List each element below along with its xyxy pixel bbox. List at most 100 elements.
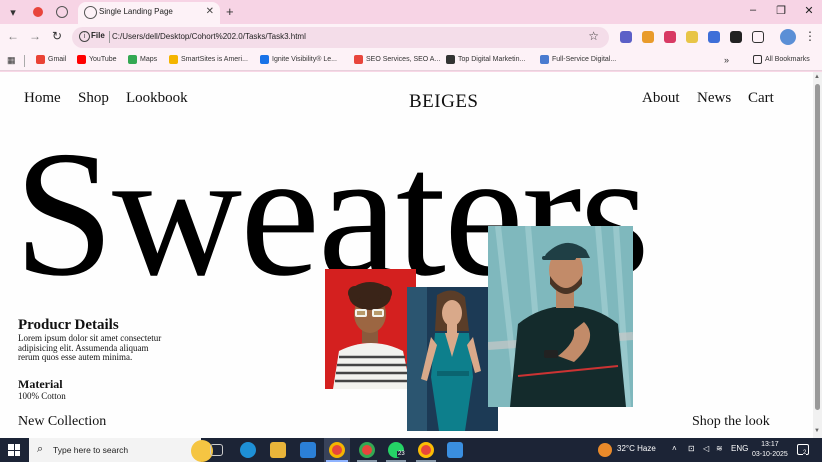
all-bookmarks[interactable]: All Bookmarks [753,55,810,64]
address-scheme: File [91,31,105,40]
window-close-button[interactable]: ✕ [799,4,819,17]
bookmark-maps[interactable]: Maps [128,55,157,64]
weather-text[interactable]: 32°C Haze [617,444,656,453]
windows-start-icon[interactable] [8,444,20,456]
task-view-icon[interactable] [210,444,223,456]
brand-logo[interactable]: BEIGES [409,91,479,113]
nav-lookbook[interactable]: Lookbook [126,90,188,107]
avatar[interactable] [780,29,796,45]
chrome-icon[interactable] [418,442,434,458]
wifi-icon[interactable]: ≋ [716,444,723,453]
bookmark-label: Gmail [48,56,67,63]
extension-icon-6[interactable] [730,31,742,43]
extension-icon-4[interactable] [686,31,698,43]
weather-icon[interactable] [598,443,612,457]
bookmark-smartsites[interactable]: SmartSites is Ameri... [169,55,248,64]
taskbar-search[interactable]: ⌕ Type here to search [29,438,213,462]
ignite-icon [260,55,269,64]
all-bookmarks-label: All Bookmarks [765,56,810,63]
tab-favicon-1[interactable] [30,4,46,20]
product-details-title: Producr Details [18,317,119,333]
language-indicator[interactable]: ENG [731,444,748,453]
extension-icon-5[interactable] [708,31,720,43]
scroll-down-icon[interactable]: ▼ [814,428,820,434]
nav-about[interactable]: About [642,90,680,107]
new-collection-link[interactable]: New Collection [18,414,106,430]
address-bar[interactable]: i File C:/Users/dell/Desktop/Cohort%202.… [72,27,609,48]
extension-icon-1[interactable] [620,31,632,43]
globe-icon[interactable] [56,6,68,18]
vscode-icon[interactable] [300,442,316,458]
scroll-thumb[interactable] [815,84,820,410]
extension-icon-2[interactable] [642,31,654,43]
bookmark-label: SEO Services, SEO A... [366,56,441,63]
chrome-icon[interactable] [359,442,375,458]
reload-button[interactable]: ↻ [49,29,65,43]
nav-home[interactable]: Home [24,90,61,107]
tab-title: Single Landing Page [99,7,173,16]
bookmarks-overflow-icon[interactable]: » [724,55,729,65]
new-tab-button[interactable]: + [226,4,234,19]
tab-search-button[interactable]: ▾ [4,4,22,20]
page-scrollbar[interactable]: ▲ ▼ [813,72,822,438]
bookmark-label: Full-Service Digital... [552,56,617,63]
edge-icon[interactable] [240,442,256,458]
folder-icon [753,55,762,64]
minimize-button[interactable]: – [743,4,763,16]
bookmark-label: YouTube [89,56,117,63]
search-icon: ⌕ [37,443,44,455]
bookmark-full-service[interactable]: Full-Service Digital... [540,55,616,64]
bookmark-star-icon[interactable]: ☆ [588,29,599,43]
nav-news[interactable]: News [697,90,731,107]
globe-icon [84,6,97,19]
nav-shop[interactable]: Shop [78,90,109,107]
chrome-icon[interactable] [329,442,345,458]
page-viewport: Home Shop Lookbook BEIGES About News Car… [0,72,813,438]
seo-icon [354,55,363,64]
app-icon[interactable] [447,442,463,458]
tab-strip: ▾ Single Landing Page ✕ + – ❐ ✕ [0,0,822,24]
info-icon[interactable]: i [79,31,90,42]
address-url[interactable]: C:/Users/dell/Desktop/Cohort%202.0/Tasks… [112,32,306,41]
bookmark-seo[interactable]: SEO Services, SEO A... [354,55,440,64]
divider [24,55,25,67]
file-explorer-icon[interactable] [270,442,286,458]
network-icon[interactable]: ⊡ [688,444,695,453]
bookmark-gmail[interactable]: Gmail [36,55,66,64]
volume-icon[interactable]: ◁ [703,444,709,453]
browser-toolbar: ← → ↻ i File C:/Users/dell/Desktop/Cohor… [0,24,822,51]
divider [109,31,110,43]
pin-icon [169,55,178,64]
product-photo-1 [325,269,416,389]
nav-cart[interactable]: Cart [748,90,774,107]
bookmarks-bar: ▦ Gmail YouTube Maps SmartSites is Ameri… [0,51,822,71]
taskbar: ⌕ Type here to search 23 32°C Haze ˄ ⊡ ◁… [0,438,822,462]
puzzle-icon[interactable] [752,31,764,43]
scroll-up-icon[interactable]: ▲ [814,74,820,80]
system-clock[interactable]: 13:17 03-10-2025 [752,440,788,460]
material-title: Material [18,377,63,391]
close-icon[interactable]: ✕ [206,6,214,17]
full-service-icon [540,55,549,64]
clock-date: 03-10-2025 [752,451,788,458]
digital-icon [446,55,455,64]
apps-icon[interactable]: ▦ [7,55,16,66]
youtube-icon [77,55,86,64]
tab-active[interactable]: Single Landing Page ✕ [78,2,220,24]
bookmark-ignite[interactable]: Ignite Visibility® Le... [260,55,337,64]
whatsapp-badge: 23 [397,451,406,457]
maps-icon [128,55,137,64]
bookmark-top-digital[interactable]: Top Digital Marketin... [446,55,525,64]
restore-button[interactable]: ❐ [771,4,791,17]
bookmark-label: Top Digital Marketin... [458,56,526,63]
extension-icon-3[interactable] [664,31,676,43]
product-photo-3 [488,226,633,407]
bookmark-youtube[interactable]: YouTube [77,55,117,64]
menu-icon[interactable]: ⋮ [804,29,816,43]
chevron-up-icon[interactable]: ˄ [672,444,677,453]
forward-button[interactable]: → [27,29,43,43]
product-photo-2 [407,287,498,431]
clock-time: 13:17 [761,441,779,448]
shop-the-look-link[interactable]: Shop the look [692,414,770,430]
back-button[interactable]: ← [5,29,21,43]
